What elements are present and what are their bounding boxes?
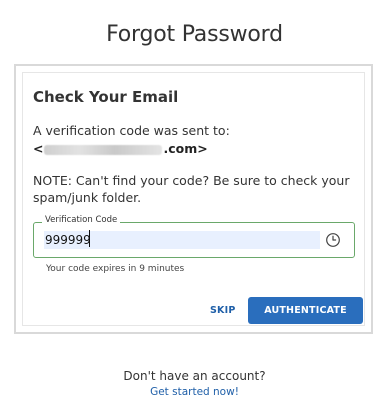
email-prefix: < — [33, 141, 44, 156]
no-account-text: Don't have an account? — [123, 369, 266, 383]
code-expiry-text: Your code expires in 9 minutes — [46, 264, 185, 274]
email-suffix: .com> — [163, 141, 208, 156]
email-redaction — [44, 144, 163, 155]
verification-code-label: Verification Code — [42, 215, 121, 225]
masked-email: < .com> — [33, 141, 208, 156]
authenticate-button[interactable]: AUTHENTICATE — [248, 297, 363, 324]
sent-text: A verification code was sent to: — [33, 123, 230, 138]
get-started-link[interactable]: Get started now! — [0, 386, 389, 398]
text-caret — [89, 230, 90, 247]
card-heading: Check Your Email — [33, 88, 179, 106]
clock-icon — [326, 233, 340, 247]
note-text: NOTE: Can't find your code? Be sure to c… — [33, 173, 350, 205]
skip-button[interactable]: SKIP — [210, 305, 236, 316]
page-title: Forgot Password — [106, 22, 283, 47]
verification-code-input[interactable] — [44, 231, 320, 249]
